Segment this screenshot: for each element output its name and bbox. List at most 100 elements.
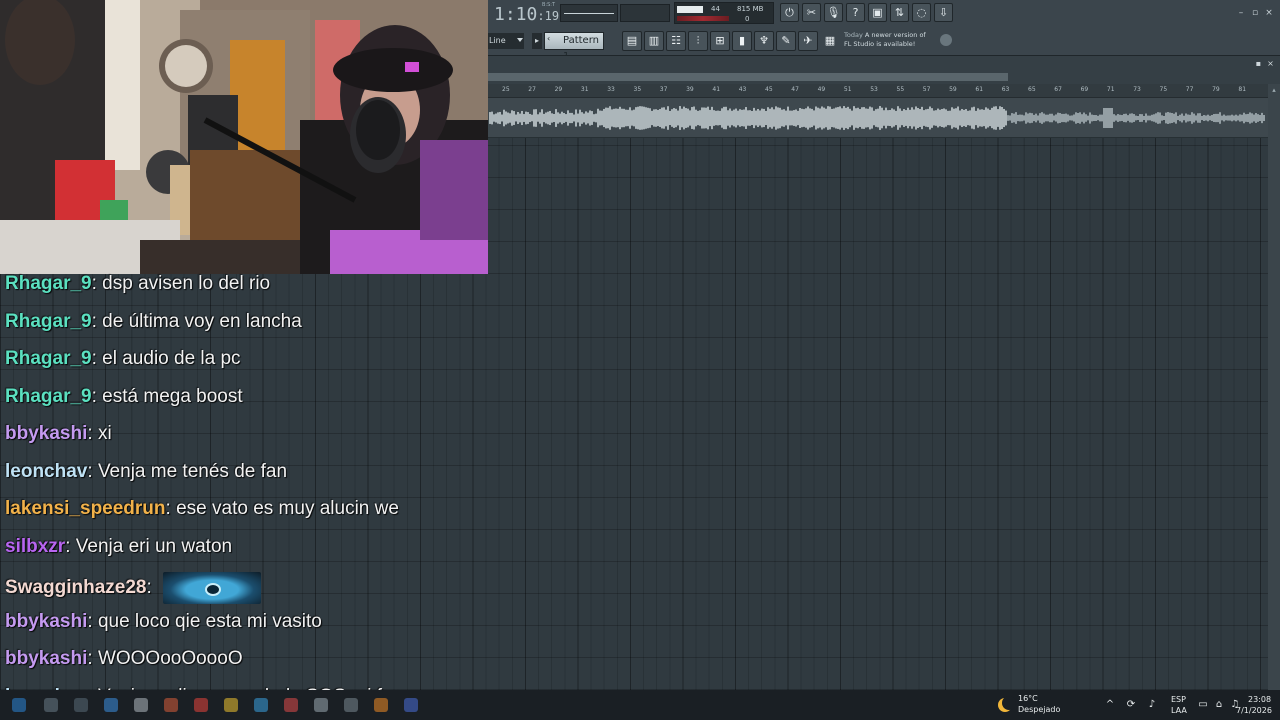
chat-message: leonchav: Venja me tenés de fan bbox=[5, 460, 287, 484]
help-icon[interactable]: ? bbox=[846, 3, 865, 22]
scroll-up-icon[interactable]: ▴ bbox=[1270, 86, 1278, 94]
maximize-icon[interactable]: ▫ bbox=[1250, 8, 1260, 18]
weather-condition: Despejado bbox=[1018, 705, 1061, 714]
news-icon[interactable]: ▦ bbox=[820, 31, 840, 51]
minimize-icon[interactable]: – bbox=[1236, 8, 1246, 18]
timeline-ruler[interactable]: 25 27 29 31 33 35 37 39 41 43 45 47 49 51 53 55 57 59 61 63… bbox=[488, 84, 1268, 98]
plugin-icon[interactable]: ♆ bbox=[754, 31, 774, 51]
chat-text: ese vato es muy alucin we bbox=[176, 498, 399, 519]
chat-separator: : bbox=[91, 310, 103, 332]
chat-message: bbykashi: WOOOooOoooO bbox=[5, 647, 243, 671]
tempo-slider[interactable] bbox=[560, 4, 618, 22]
clock-time[interactable]: 23:08 bbox=[1248, 695, 1271, 704]
playlist-maximize-icon[interactable]: ▪ bbox=[1254, 59, 1263, 68]
chat-overlay: Rhagar_9: dsp avisen lo del rio Rhagar_9:… bbox=[0, 268, 600, 720]
ruler-bar-number: 71 bbox=[1106, 86, 1115, 93]
chat-separator: : bbox=[91, 348, 103, 369]
language-bottom[interactable]: LAA bbox=[1171, 706, 1187, 715]
ruler-bar-number: 61 bbox=[975, 86, 984, 93]
tools-icon[interactable]: ✈ bbox=[798, 31, 818, 51]
output-meter bbox=[677, 16, 729, 21]
audio-clip[interactable] bbox=[488, 98, 1268, 138]
chat-username: silbxzr bbox=[5, 535, 66, 557]
news-panel[interactable]: Today A newer version of FL Studio is av… bbox=[844, 30, 942, 52]
chat-username: Rhagar_9 bbox=[5, 273, 92, 294]
browser-icon[interactable]: ⊞ bbox=[710, 31, 730, 51]
ruler-bar-number: 79 bbox=[1212, 86, 1220, 93]
chat-separator: : bbox=[165, 498, 177, 519]
app-icon-3[interactable] bbox=[224, 698, 238, 712]
playlist-icon[interactable]: ▤ bbox=[622, 31, 642, 51]
moon-icon bbox=[998, 696, 1016, 712]
ruler-bar-number: 47 bbox=[791, 86, 799, 93]
windows-taskbar: 16°C Despejado ^ ⟳ ♪ ESP LAA ▭ ⌂ ♫ 23:08… bbox=[0, 690, 1280, 720]
horizontal-scrollbar[interactable] bbox=[488, 73, 1008, 81]
close-icon[interactable]: × bbox=[1264, 8, 1274, 18]
play-mode-icon[interactable]: ▸ bbox=[532, 33, 542, 49]
chat-username: Rhagar_9 bbox=[5, 348, 92, 369]
app-icon-5[interactable] bbox=[314, 698, 328, 712]
chat-message: Rhagar_9: el audio de la pc bbox=[5, 347, 241, 371]
cpu-bar bbox=[677, 6, 703, 13]
ruler-bar-number: 67 bbox=[1054, 86, 1062, 93]
vertical-scrollbar[interactable]: ▴ bbox=[1268, 84, 1280, 690]
ruler-bar-number: 51 bbox=[843, 86, 852, 93]
mixer-view-icon[interactable]: ⫶ bbox=[688, 31, 708, 51]
chat-text: xi bbox=[97, 423, 112, 444]
chevron-down-icon bbox=[517, 38, 523, 42]
chat-text: de última voy en lancha bbox=[102, 310, 302, 332]
channel-rack-icon[interactable]: ☷ bbox=[666, 31, 686, 51]
fl-studio-icon[interactable] bbox=[374, 698, 388, 712]
news-line-2: FL Studio is available! bbox=[844, 40, 916, 48]
touch-controller-icon[interactable]: ✎ bbox=[776, 31, 796, 51]
piano-roll-icon[interactable]: ▥ bbox=[644, 31, 664, 51]
webcam-image bbox=[0, 0, 488, 274]
ruler-bar-number: 29 bbox=[554, 86, 563, 93]
edge-icon[interactable] bbox=[254, 698, 268, 712]
chevron-up-icon[interactable]: ^ bbox=[1103, 698, 1117, 712]
wifi-icon[interactable]: ⌂ bbox=[1212, 698, 1226, 712]
ruler-bar-number: 73 bbox=[1133, 86, 1141, 93]
audio-waveform bbox=[489, 106, 1265, 130]
project-icon[interactable]: ▮ bbox=[732, 31, 752, 51]
wait-input-icon[interactable]: ✂ bbox=[802, 3, 821, 22]
microphone-icon[interactable]: 🎙 bbox=[824, 3, 843, 22]
file-explorer-icon[interactable] bbox=[134, 698, 148, 712]
task-view-icon[interactable] bbox=[74, 698, 88, 712]
playlist-close-icon[interactable]: × bbox=[1266, 59, 1275, 68]
mixer-icon[interactable]: ⇅ bbox=[890, 3, 909, 22]
ruler-bar-number: 35 bbox=[633, 86, 642, 93]
search-icon[interactable] bbox=[44, 698, 58, 712]
chat-text: que loco qie esta mi vasito bbox=[97, 610, 322, 632]
emote-icon bbox=[163, 572, 262, 604]
pattern-selector[interactable]: Pattern 1 bbox=[544, 32, 604, 62]
app-icon-2[interactable] bbox=[194, 698, 208, 712]
widgets-icon[interactable] bbox=[104, 698, 118, 712]
chat-icon[interactable]: ◌ bbox=[912, 3, 931, 22]
fl-toolbar-row2: Line ▸ Pattern 1 ‹ ▤ ▥ ☷ ⫶ ⊞ ▮ ♆ ✎ ✈ ▦ T… bbox=[488, 30, 1280, 62]
pattern-song-display[interactable] bbox=[620, 4, 670, 22]
app-icon-4[interactable] bbox=[284, 698, 298, 712]
download-icon[interactable]: ⇩ bbox=[934, 3, 953, 22]
chat-text: WOOOooOoooO bbox=[97, 648, 243, 669]
ruler-bar-number: 77 bbox=[1185, 86, 1194, 93]
pattern-plus-icon: ‹ bbox=[547, 34, 551, 43]
save-icon[interactable]: ▣ bbox=[868, 3, 887, 22]
language-top[interactable]: ESP bbox=[1171, 695, 1186, 704]
app-icon-1[interactable] bbox=[164, 698, 178, 712]
news-arrow-icon[interactable] bbox=[940, 34, 952, 46]
metronome-icon[interactable]: ⏻ bbox=[780, 3, 799, 22]
ruler-bar-number: 57 bbox=[922, 86, 931, 93]
microphone-tray-icon[interactable]: ♪ bbox=[1145, 698, 1159, 712]
app-icon-6[interactable] bbox=[344, 698, 358, 712]
start-icon[interactable] bbox=[12, 698, 26, 712]
chat-username: Swagginhaze28 bbox=[5, 577, 147, 599]
ruler-bar-number: 37 bbox=[659, 86, 668, 93]
ruler-bar-number: 27 bbox=[528, 86, 536, 93]
clock-date[interactable]: 7/1/2026 bbox=[1236, 706, 1272, 715]
cpu-memory-monitor: 44 815 MB 0 bbox=[674, 2, 774, 24]
weather-widget[interactable]: 16°C Despejado bbox=[998, 694, 1078, 718]
display-icon[interactable]: ▭ bbox=[1196, 698, 1210, 712]
sync-icon[interactable]: ⟳ bbox=[1124, 698, 1138, 712]
app-icon-7[interactable] bbox=[404, 698, 418, 712]
